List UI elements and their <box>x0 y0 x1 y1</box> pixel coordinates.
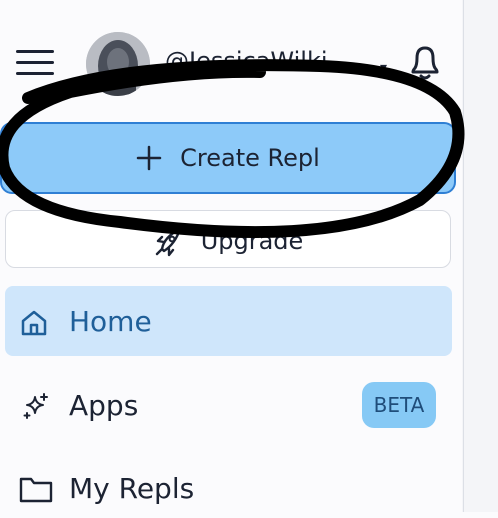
panel-divider <box>463 0 464 512</box>
plus-icon <box>136 145 162 171</box>
sparkles-icon <box>23 393 48 419</box>
upgrade-label: Upgrade <box>200 227 304 255</box>
home-icon <box>21 310 47 336</box>
create-repl-label: Create Repl <box>180 144 320 172</box>
sidebar-item-label: Home <box>69 305 152 338</box>
username[interactable]: @JessicaWilki... <box>165 47 350 75</box>
upgrade-button[interactable]: Upgrade <box>5 210 451 268</box>
menu-line <box>16 50 54 53</box>
folder-icon <box>19 477 53 503</box>
hamburger-menu-icon[interactable] <box>16 50 54 76</box>
avatar[interactable] <box>86 32 150 96</box>
beta-badge: BETA <box>362 382 436 428</box>
sidebar-item-my-repls[interactable]: My Repls <box>5 460 452 518</box>
menu-line <box>16 72 54 75</box>
bell-icon-graphic <box>411 46 439 80</box>
sidebar-item-label: My Repls <box>69 472 195 505</box>
sidebar-item-home[interactable]: Home <box>5 286 452 356</box>
rocket-icon <box>155 227 181 257</box>
sidebar-item-label: Apps <box>69 389 139 422</box>
bell-icon[interactable] <box>405 40 445 84</box>
chevron-down-icon[interactable]: ▾ <box>380 60 387 76</box>
create-repl-button[interactable]: Create Repl <box>0 122 456 194</box>
menu-line <box>16 61 54 64</box>
avatar-photo <box>86 32 150 96</box>
right-panel-edge <box>462 0 498 512</box>
